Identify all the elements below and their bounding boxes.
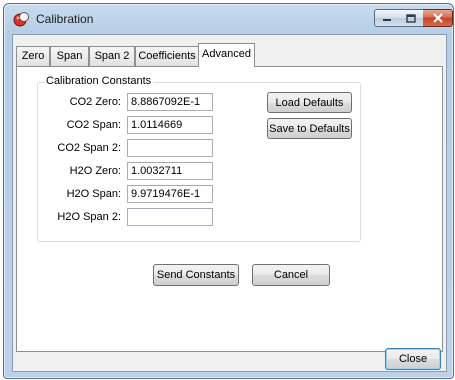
co2-zero-field[interactable] (127, 93, 213, 111)
co2-zero-label: CO2 Zero: (69, 96, 121, 108)
tab-label: Span 2 (94, 50, 130, 62)
maximize-button[interactable] (399, 9, 424, 27)
tab-zero[interactable]: Zero (16, 46, 50, 66)
tab-span[interactable]: Span (50, 46, 89, 66)
window-close-button[interactable] (423, 9, 453, 27)
tab-label: Zero (21, 50, 45, 62)
h2o-span-2-field[interactable] (127, 208, 213, 226)
calibration-constants-group: Calibration Constants CO2 Zero: CO2 Span… (37, 75, 361, 242)
send-constants-button[interactable]: Send Constants (153, 264, 239, 286)
title-bar[interactable]: Calibration (4, 4, 453, 34)
close-icon (432, 13, 443, 23)
h2o-span-label: H2O Span: (66, 188, 121, 200)
h2o-span-2-label: H2O Span 2: (57, 211, 121, 223)
co2-span-2-field[interactable] (127, 139, 213, 157)
close-button[interactable]: Close (385, 348, 441, 370)
minimize-button[interactable] (374, 9, 400, 27)
calibration-window: Calibration Zero Span Span 2 Coefficient… (3, 3, 454, 379)
tab-label: Advanced (202, 48, 251, 60)
h2o-zero-field[interactable] (127, 162, 213, 180)
load-defaults-button[interactable]: Load Defaults (267, 92, 352, 113)
calibration-app-icon (13, 12, 29, 27)
co2-span-2-label: CO2 Span 2: (57, 142, 121, 154)
tab-span-2[interactable]: Span 2 (89, 46, 135, 66)
h2o-zero-label: H2O Zero: (69, 165, 121, 177)
tab-label: Span (56, 50, 83, 62)
h2o-span-field[interactable] (127, 185, 213, 203)
co2-span-label: CO2 Span: (66, 119, 121, 131)
tab-coefficients[interactable]: Coefficients (135, 46, 199, 66)
advanced-tab-panel: Calibration Constants CO2 Zero: CO2 Span… (16, 66, 443, 352)
minimize-icon (383, 19, 391, 21)
co2-span-field[interactable] (127, 116, 213, 134)
tab-label: Coefficients (138, 50, 196, 62)
maximize-icon (406, 13, 416, 23)
dialog-client-area: Zero Span Span 2 Coefficients Advanced C… (12, 34, 447, 372)
window-title: Calibration (36, 12, 94, 26)
tab-advanced[interactable]: Advanced (198, 43, 255, 67)
cancel-button[interactable]: Cancel (252, 264, 330, 286)
save-to-defaults-button[interactable]: Save to Defaults (267, 118, 352, 139)
group-title: Calibration Constants (44, 75, 154, 87)
